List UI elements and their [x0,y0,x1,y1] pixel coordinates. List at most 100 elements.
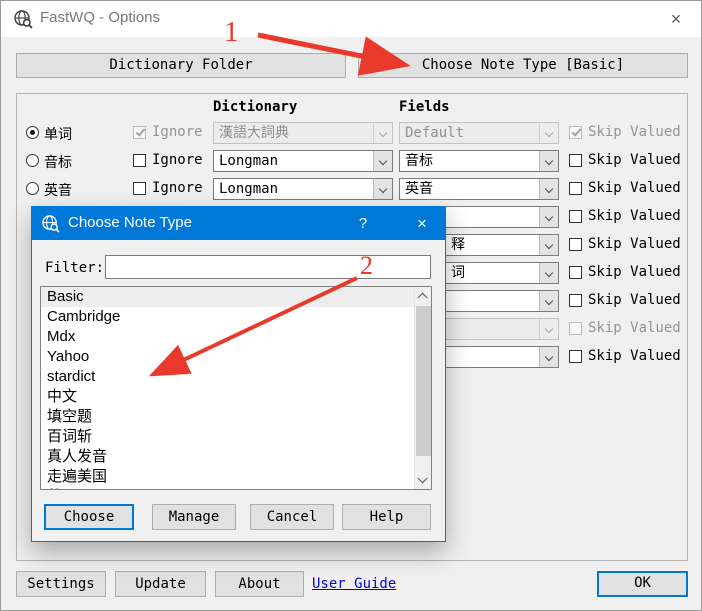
skip-valued-checkbox[interactable] [569,182,582,195]
choose-note-type-dialog: Choose Note Type ? × Filter: BasicCambri… [31,206,446,542]
dropdown-arrow [539,263,558,283]
dialog-title: Choose Note Type [68,214,192,231]
about-button[interactable]: About [215,571,304,597]
dictionary-select[interactable]: Longman [213,150,393,172]
dict-row: 英音 Ignore Longman 英音 Skip Valued [1,175,702,203]
skip-valued-checkbox[interactable] [569,210,582,223]
chevron-down-icon [545,213,553,221]
ignore-label: Ignore [152,180,203,196]
column-header-dictionary: Dictionary [213,99,297,115]
note-type-item[interactable]: Basic [41,287,431,307]
skip-valued-checkbox[interactable] [569,322,582,335]
dropdown-arrow [539,235,558,255]
chevron-down-icon [545,325,553,333]
row-radio[interactable] [26,126,39,139]
update-button[interactable]: Update [115,571,206,597]
note-type-item[interactable]: 真人发音 [41,447,431,467]
note-type-item[interactable]: Cambridge [41,307,431,327]
fields-select[interactable]: 英音 [399,178,559,200]
dropdown-arrow [539,207,558,227]
skip-valued-checkbox[interactable] [569,126,582,139]
help-button[interactable]: Help [342,504,431,530]
ok-button[interactable]: OK [597,571,688,597]
chevron-down-icon [545,269,553,277]
dropdown-arrow [539,319,558,339]
chevron-down-icon [545,129,553,137]
skip-valued-label: Skip Valued [588,264,681,280]
dropdown-arrow [539,347,558,367]
user-guide-link[interactable]: User Guide [312,576,396,592]
window-title: FastWQ - Options [40,9,160,26]
scrollbar-thumb[interactable] [416,306,431,456]
chevron-down-icon [545,297,553,305]
row-radio[interactable] [26,182,39,195]
skip-valued-checkbox[interactable] [569,238,582,251]
ignore-checkbox[interactable] [133,182,146,195]
skip-valued-label: Skip Valued [588,348,681,364]
chevron-down-icon [379,157,387,165]
dictionary-select-value: Longman [219,181,372,198]
skip-valued-label: Skip Valued [588,152,681,168]
manage-button[interactable]: Manage [152,504,236,530]
dropdown-arrow [539,291,558,311]
note-type-item[interactable]: Mdx [41,327,431,347]
skip-valued-label: Skip Valued [588,208,681,224]
cancel-button[interactable]: Cancel [250,504,334,530]
dictionary-select[interactable]: Longman [213,178,393,200]
dict-row: 音标IgnoreLongman音标Skip Valued [1,147,702,175]
dropdown-arrow [373,123,392,143]
list-scrollbar[interactable] [414,287,431,489]
fields-select-value: 英音 [405,181,538,198]
choose-button[interactable]: Choose [44,504,134,530]
skip-valued-label: Skip Valued [588,180,681,196]
column-header-fields: Fields [399,99,450,115]
note-type-item[interactable]: 英语 [41,487,431,490]
skip-valued-checkbox[interactable] [569,294,582,307]
row-radio[interactable] [26,154,39,167]
filter-input[interactable] [105,255,431,279]
dropdown-arrow [373,179,392,199]
skip-valued-label: Skip Valued [588,292,681,308]
ignore-label: Ignore [152,152,203,168]
note-type-item[interactable]: stardict [41,367,431,387]
chevron-down-icon [545,353,553,361]
dictionary-select-value: 漢語大詞典 [219,125,372,142]
dictionary-folder-button[interactable]: Dictionary Folder [16,53,346,78]
dropdown-arrow [539,151,558,171]
dialog-title-bar: Choose Note Type ? × [32,207,445,240]
note-type-item[interactable]: 走遍美国 [41,467,431,487]
chevron-down-icon [545,157,553,165]
chevron-down-icon [545,241,553,249]
fields-select[interactable]: Default [399,122,559,144]
note-type-item[interactable]: 填空题 [41,407,431,427]
dropdown-arrow [539,123,558,143]
fields-select-value: 音标 [405,153,538,170]
choose-note-type-button[interactable]: Choose Note Type [Basic] [358,53,688,78]
dialog-close-icon[interactable]: × [399,207,445,240]
chevron-down-icon [379,129,387,137]
skip-valued-checkbox[interactable] [569,154,582,167]
note-type-item[interactable]: Yahoo [41,347,431,367]
note-type-list: BasicCambridgeMdxYahoostardict中文填空题百词斩真人… [40,286,432,490]
row-label: 单词 [44,124,72,144]
ignore-checkbox[interactable] [133,154,146,167]
skip-valued-checkbox[interactable] [569,266,582,279]
note-type-item[interactable]: 中文 [41,387,431,407]
settings-button[interactable]: Settings [16,571,106,597]
skip-valued-label: Skip Valued [588,124,681,140]
ignore-checkbox[interactable] [133,126,146,139]
skip-valued-label: Skip Valued [588,236,681,252]
chevron-down-icon [379,185,387,193]
fields-select[interactable]: 音标 [399,150,559,172]
skip-valued-label: Skip Valued [588,320,681,336]
scroll-down-icon[interactable] [418,474,428,484]
skip-valued-checkbox[interactable] [569,350,582,363]
dictionary-select[interactable]: 漢語大詞典 [213,122,393,144]
dialog-help-button[interactable]: ? [343,207,383,240]
note-type-item[interactable]: 百词斩 [41,427,431,447]
scroll-up-icon[interactable] [418,293,428,303]
options-window: FastWQ - Options × Dictionary Folder Cho… [0,0,702,611]
row-label: 英音 [44,180,72,200]
window-close-icon[interactable]: × [661,6,691,32]
dict-row: 单词Ignore漢語大詞典DefaultSkip Valued [1,119,702,147]
